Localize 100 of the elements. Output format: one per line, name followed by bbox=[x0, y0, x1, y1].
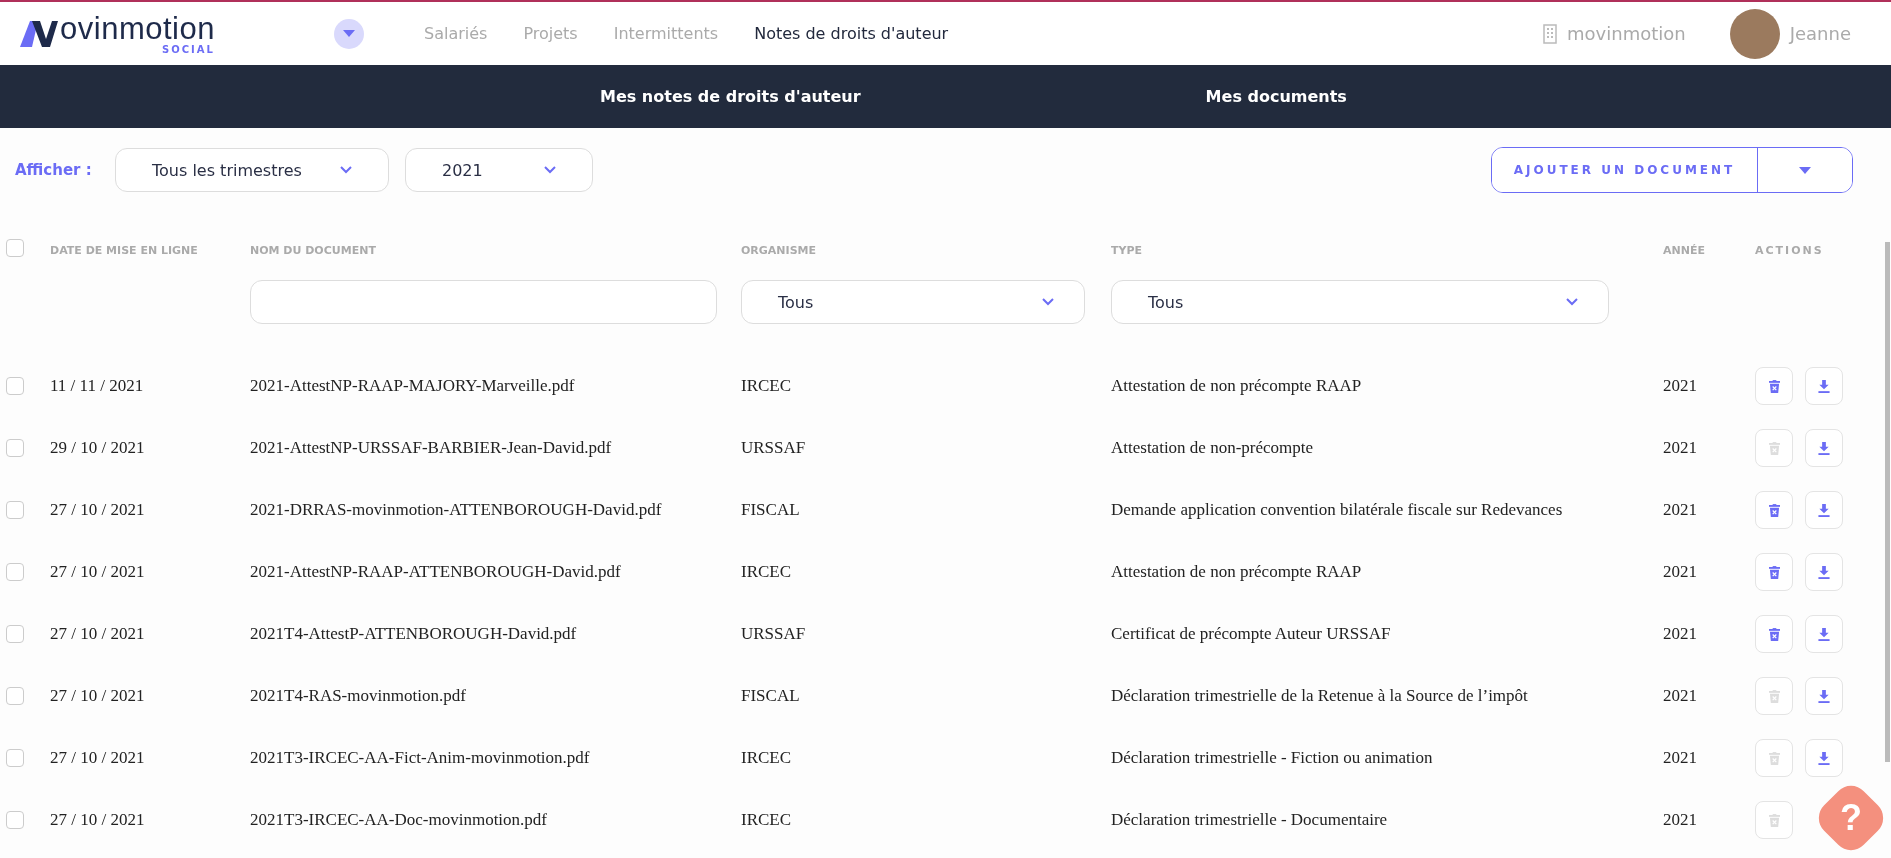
caret-icon bbox=[343, 29, 355, 38]
document-name-cell: 2021T4-AttestP-ATTENBOROUGH-David.pdf bbox=[250, 624, 577, 643]
year-cell: 2021 bbox=[1663, 686, 1697, 705]
organisme-cell: IRCEC bbox=[741, 748, 792, 767]
download-icon bbox=[1818, 565, 1830, 579]
organisme-cell: IRCEC bbox=[741, 376, 792, 395]
nav-tab[interactable]: Notes de droits d'auteur bbox=[754, 24, 949, 43]
scrollbar[interactable] bbox=[1885, 242, 1890, 762]
building-icon bbox=[1543, 23, 1558, 44]
delete-button[interactable] bbox=[1755, 367, 1793, 405]
organisme-cell: FISCAL bbox=[741, 500, 800, 519]
download-button[interactable] bbox=[1805, 739, 1843, 777]
download-icon bbox=[1818, 689, 1830, 703]
column-header: DATE DE MISE EN LIGNE bbox=[50, 243, 198, 257]
download-icon bbox=[1818, 751, 1830, 765]
document-name-cell: 2021T4-RAS-movinmotion.pdf bbox=[250, 686, 466, 705]
year-dropdown[interactable]: 2021 bbox=[405, 148, 593, 192]
sub-navigation-link[interactable]: Mes documents bbox=[1205, 87, 1347, 106]
type-cell: Déclaration trimestrielle de la Retenue à la Source de l’impôt bbox=[1111, 686, 1528, 705]
year-cell: 2021 bbox=[1663, 376, 1697, 395]
year-cell: 2021 bbox=[1663, 438, 1697, 457]
date-cell: 27 / 10 / 2021 bbox=[50, 686, 145, 705]
logo-wordmark: ovinmotion bbox=[60, 12, 215, 44]
column-header: TYPE bbox=[1111, 243, 1143, 257]
year-cell: 2021 bbox=[1663, 562, 1697, 581]
column-header: ACTIONS bbox=[1755, 243, 1824, 257]
select-all-checkbox[interactable] bbox=[6, 239, 24, 257]
download-button[interactable] bbox=[1805, 491, 1843, 529]
document-name-cell: 2021T3-IRCEC-AA-Doc-movinmotion.pdf bbox=[250, 810, 547, 829]
year-cell: 2021 bbox=[1663, 500, 1697, 519]
type-cell: Déclaration trimestrielle - Documentaire bbox=[1111, 810, 1388, 829]
download-icon bbox=[1818, 503, 1830, 517]
column-header: ANNÉE bbox=[1663, 243, 1705, 257]
trash-icon bbox=[1768, 441, 1780, 455]
row-checkbox[interactable] bbox=[6, 749, 24, 767]
type-cell: Attestation de non précompte RAAP bbox=[1111, 562, 1362, 581]
sub-navigation-link[interactable]: Mes notes de droits d'auteur bbox=[600, 87, 861, 106]
date-cell: 27 / 10 / 2021 bbox=[50, 500, 145, 519]
download-button[interactable] bbox=[1805, 677, 1843, 715]
organisme-cell: URSSAF bbox=[741, 438, 806, 457]
organisme-cell: IRCEC bbox=[741, 810, 792, 829]
delete-button[interactable] bbox=[1755, 491, 1793, 529]
trash-icon bbox=[1768, 627, 1780, 641]
download-icon bbox=[1818, 627, 1830, 641]
column-header: ORGANISME bbox=[741, 243, 817, 257]
chevron-icon bbox=[1042, 298, 1054, 306]
row-checkbox[interactable] bbox=[6, 625, 24, 643]
year-cell: 2021 bbox=[1663, 624, 1697, 643]
organisme-cell: IRCEC bbox=[741, 562, 792, 581]
row-checkbox[interactable] bbox=[6, 563, 24, 581]
type-cell: Certificat de précompte Auteur URSSAF bbox=[1111, 624, 1391, 643]
document-name-cell: 2021T3-IRCEC-AA-Fict-Anim-movinmotion.pdf bbox=[250, 748, 590, 767]
row-checkbox[interactable] bbox=[6, 811, 24, 829]
quarter-dropdown[interactable]: Tous les trimestres bbox=[115, 148, 389, 192]
type-cell: Demande application convention bilatérale fiscale sur Redevances bbox=[1111, 500, 1563, 519]
type-cell: Attestation de non-précompte bbox=[1111, 438, 1314, 457]
document-name-cell: 2021-AttestNP-URSSAF-BARBIER-Jean-David.pdf bbox=[250, 438, 612, 457]
trash-icon bbox=[1768, 503, 1780, 517]
organisme-cell: FISCAL bbox=[741, 686, 800, 705]
row-checkbox[interactable] bbox=[6, 501, 24, 519]
caret-icon bbox=[1799, 166, 1811, 175]
document-name-cell: 2021-AttestNP-RAAP-ATTENBOROUGH-David.pdf bbox=[250, 562, 621, 581]
chevron-icon bbox=[1566, 298, 1578, 306]
logo-icon bbox=[18, 18, 58, 49]
row-checkbox[interactable] bbox=[6, 377, 24, 395]
trash-icon bbox=[1768, 751, 1780, 765]
trash-icon bbox=[1768, 813, 1780, 827]
type-filter-dropdown[interactable]: Tous bbox=[1111, 280, 1609, 324]
download-button[interactable] bbox=[1805, 615, 1843, 653]
date-cell: 27 / 10 / 2021 bbox=[50, 562, 145, 581]
name-filter-field[interactable] bbox=[250, 280, 717, 324]
logo-tagline: SOCIAL bbox=[162, 43, 215, 55]
year-cell: 2021 bbox=[1663, 748, 1697, 767]
organisme-cell: URSSAF bbox=[741, 624, 806, 643]
delete-button[interactable] bbox=[1755, 615, 1793, 653]
organisme-filter-dropdown[interactable]: Tous bbox=[741, 280, 1085, 324]
row-checkbox[interactable] bbox=[6, 439, 24, 457]
trash-icon bbox=[1768, 379, 1780, 393]
download-icon bbox=[1818, 441, 1830, 455]
app-menu-button[interactable] bbox=[334, 18, 364, 49]
trash-icon bbox=[1768, 565, 1780, 579]
date-cell: 27 / 10 / 2021 bbox=[50, 810, 145, 829]
document-name-cell: 2021-DRRAS-movinmotion-ATTENBOROUGH-David.pdf bbox=[250, 500, 662, 519]
document-name-cell: 2021-AttestNP-RAAP-MAJORY-Marveille.pdf bbox=[250, 376, 575, 395]
type-cell: Déclaration trimestrielle - Fiction ou animation bbox=[1111, 748, 1433, 767]
column-header: NOM DU DOCUMENT bbox=[250, 243, 376, 257]
delete-button[interactable] bbox=[1755, 553, 1793, 591]
chevron-icon bbox=[544, 166, 556, 174]
type-cell: Attestation de non précompte RAAP bbox=[1111, 376, 1362, 395]
date-cell: 27 / 10 / 2021 bbox=[50, 624, 145, 643]
download-button[interactable] bbox=[1805, 367, 1843, 405]
chevron-icon bbox=[340, 166, 352, 174]
year-cell: 2021 bbox=[1663, 810, 1697, 829]
row-checkbox[interactable] bbox=[6, 687, 24, 705]
trash-icon bbox=[1768, 689, 1780, 703]
add-document-button[interactable]: AJOUTER UN DOCUMENT bbox=[1492, 148, 1758, 192]
download-button[interactable] bbox=[1805, 553, 1843, 591]
download-button[interactable] bbox=[1805, 429, 1843, 467]
date-cell: 27 / 10 / 2021 bbox=[50, 748, 145, 767]
date-cell: 11 / 11 / 2021 bbox=[50, 376, 144, 395]
